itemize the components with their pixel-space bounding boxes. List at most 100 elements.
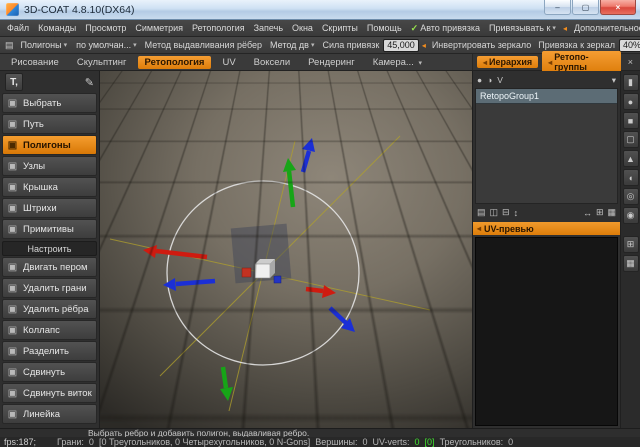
gizmo-arrow-x-right[interactable]	[306, 285, 336, 298]
chevron-down-icon: ▾	[311, 41, 315, 49]
primitive-cube-icon[interactable]: ■	[623, 112, 639, 129]
primitive-cylinder-icon[interactable]: ▮	[623, 74, 639, 91]
tool-polygons[interactable]: ▣ Полигоны	[2, 135, 97, 155]
auto-snap-toggle[interactable]: ✓ Авто привязка	[407, 22, 484, 35]
link-icon[interactable]: ↔	[583, 208, 592, 218]
collapse-left-icon[interactable]: ◂	[561, 24, 569, 33]
tool-label: Сдвинуть	[23, 367, 65, 378]
gizmo-arrow-z-left[interactable]	[163, 278, 215, 291]
invert-mirror-label[interactable]: Инвертировать зеркало	[429, 40, 534, 50]
default-preset-dropdown[interactable]: по умолчан... ▾	[72, 39, 141, 51]
grid-icon[interactable]: ▦	[623, 255, 639, 272]
primitive-cone-icon[interactable]: ▲	[623, 150, 639, 167]
menu-help[interactable]: Помощь	[363, 22, 406, 34]
tool-nodes[interactable]: ▣ Узлы	[2, 156, 97, 176]
tool-shift[interactable]: ▣ Сдвинуть	[2, 362, 97, 382]
close-button[interactable]: ×	[600, 0, 636, 15]
menu-file[interactable]: Файл	[3, 22, 33, 34]
tab-retopology[interactable]: Ретопология	[138, 56, 212, 69]
maximize-button[interactable]: ▢	[572, 0, 599, 15]
tab-retopo-groups[interactable]: ◂ Ретопо-группы	[542, 51, 621, 73]
tool-sidebar: T, ✎ ▣ Выбрать ▣ Путь ▣ Полигоны ▣ Узлы …	[0, 71, 100, 428]
gizmo-center-cube[interactable]	[255, 259, 275, 278]
mirror-percent-field[interactable]: 40%	[619, 39, 640, 52]
menu-bake[interactable]: Запечь	[250, 22, 287, 34]
tweak-room-icon[interactable]: T,	[5, 73, 23, 91]
viewport-3d[interactable]	[100, 71, 472, 428]
tab-voxels[interactable]: Воксели	[247, 56, 297, 69]
duplicate-layer-icon[interactable]: ◫	[490, 207, 499, 218]
snap-force-field[interactable]: 45,000	[383, 39, 419, 52]
menu-retopology[interactable]: Ретопология	[188, 22, 249, 34]
tool-primitives[interactable]: ▣ Примитивы	[2, 219, 97, 239]
tool-collapse[interactable]: ▣ Коллапс	[2, 320, 97, 340]
vertex-toggle-icon[interactable]: V	[497, 75, 503, 85]
uv-preview-area[interactable]	[475, 237, 618, 426]
gizmo-arrow-x-left[interactable]	[143, 245, 207, 258]
minimize-button[interactable]: –	[544, 0, 571, 15]
mirror-snap-label[interactable]: Привязка к зеркал	[535, 40, 618, 50]
right-panel-headers: ◂ Иерархия ◂ Ретопо-группы ×	[472, 54, 640, 70]
menu-scripts[interactable]: Скрипты	[318, 22, 362, 34]
triangles-value: 0	[508, 437, 513, 447]
visibility-icon[interactable]: ●	[477, 75, 482, 85]
gizmo-handle-red[interactable]	[242, 268, 251, 277]
tool-split[interactable]: ▣ Разделить	[2, 341, 97, 361]
primitive-sphere-icon[interactable]: ●	[623, 93, 639, 110]
uv-preview-header[interactable]: ◂ UV-превью	[473, 222, 620, 235]
menu-commands[interactable]: Команды	[34, 22, 80, 34]
tab-hierarchy[interactable]: ◂ Иерархия	[477, 56, 538, 68]
delete-layer-icon[interactable]: ⊟	[502, 207, 510, 218]
tab-sculpt[interactable]: Скульптинг	[70, 56, 134, 69]
menu-view[interactable]: Просмотр	[81, 22, 130, 34]
polygons-mode-dropdown[interactable]: Полигоны ▾	[17, 39, 72, 51]
gizmo-handle-blue[interactable]	[274, 276, 281, 283]
gizmo-arrow-y-down[interactable]	[220, 367, 233, 401]
move-layer-icon[interactable]: ↕	[514, 208, 519, 218]
tool-shift-loop[interactable]: ▣ Сдвинуть виток	[2, 383, 97, 403]
snap-to-dropdown[interactable]: Привязывать к ▾	[485, 22, 560, 34]
tab-uv[interactable]: UV	[215, 56, 242, 69]
add-layer-icon[interactable]: ▤	[477, 207, 486, 218]
menu-windows[interactable]: Окна	[288, 22, 317, 34]
collapse-left-icon[interactable]: ◂	[420, 41, 428, 50]
tool-delete-edges[interactable]: ▣ Удалить рёбра	[2, 299, 97, 319]
tool-ruler[interactable]: ▣ Линейка	[2, 404, 97, 424]
tool-select[interactable]: ▣ Выбрать	[2, 93, 97, 113]
uv-verts-label: UV-verts:	[373, 437, 410, 447]
method-dropdown[interactable]: Метод дв ▾	[266, 39, 318, 51]
title-bar[interactable]: 3D-COAT 4.8.10(DX64) – ▢ ×	[0, 0, 640, 20]
tool-strokes[interactable]: ▣ Штрихи	[2, 198, 97, 218]
additional-options[interactable]: Дополнительное вы	[570, 22, 640, 34]
primitive-rounded-cube-icon[interactable]: ▢	[623, 131, 639, 148]
grid-icon[interactable]: ▦	[607, 207, 616, 218]
tool-cap[interactable]: ▣ Крышка	[2, 177, 97, 197]
tool-delete-faces[interactable]: ▣ Удалить грани	[2, 278, 97, 298]
primitive-capsule-icon[interactable]: ◉	[623, 207, 639, 224]
add-grid-icon[interactable]: ⊞	[623, 236, 639, 253]
add-grid-icon[interactable]: ⊞	[596, 207, 604, 218]
uv-verts-extra: [0]	[425, 437, 435, 447]
gizmo-arrow-z-up[interactable]	[302, 138, 315, 172]
primitive-torus-icon[interactable]: ◎	[623, 188, 639, 205]
toolbar-grid-icon[interactable]: ▤	[3, 40, 16, 51]
primitive-ellipsoid-icon[interactable]: ◖	[623, 169, 639, 186]
tab-hierarchy-label: Иерархия	[489, 57, 532, 67]
tool-label: Двигать пером	[23, 262, 88, 273]
tool-label: Путь	[23, 119, 44, 130]
tool-label: Коллапс	[23, 325, 60, 336]
shading-icon[interactable]: ◑	[487, 75, 492, 85]
tab-camera[interactable]: Камера... ▾	[366, 56, 429, 69]
panel-close-icon[interactable]: ×	[625, 57, 636, 67]
gizmo-arrow-z-down[interactable]	[330, 308, 355, 332]
menu-symmetry[interactable]: Симметрия	[131, 22, 187, 34]
tab-paint[interactable]: Рисование	[4, 56, 66, 69]
chevron-down-icon[interactable]: ▾	[612, 75, 616, 86]
snap-force-label: Сила привязк	[319, 40, 382, 50]
pencil-icon[interactable]: ✎	[85, 76, 94, 89]
collapse-left-icon: ◂	[477, 224, 481, 233]
retopo-group-item[interactable]: RetopoGroup1	[476, 89, 617, 104]
tool-path[interactable]: ▣ Путь	[2, 114, 97, 134]
tool-move-pen[interactable]: ▣ Двигать пером	[2, 257, 97, 277]
tab-render[interactable]: Рендеринг	[301, 56, 362, 69]
